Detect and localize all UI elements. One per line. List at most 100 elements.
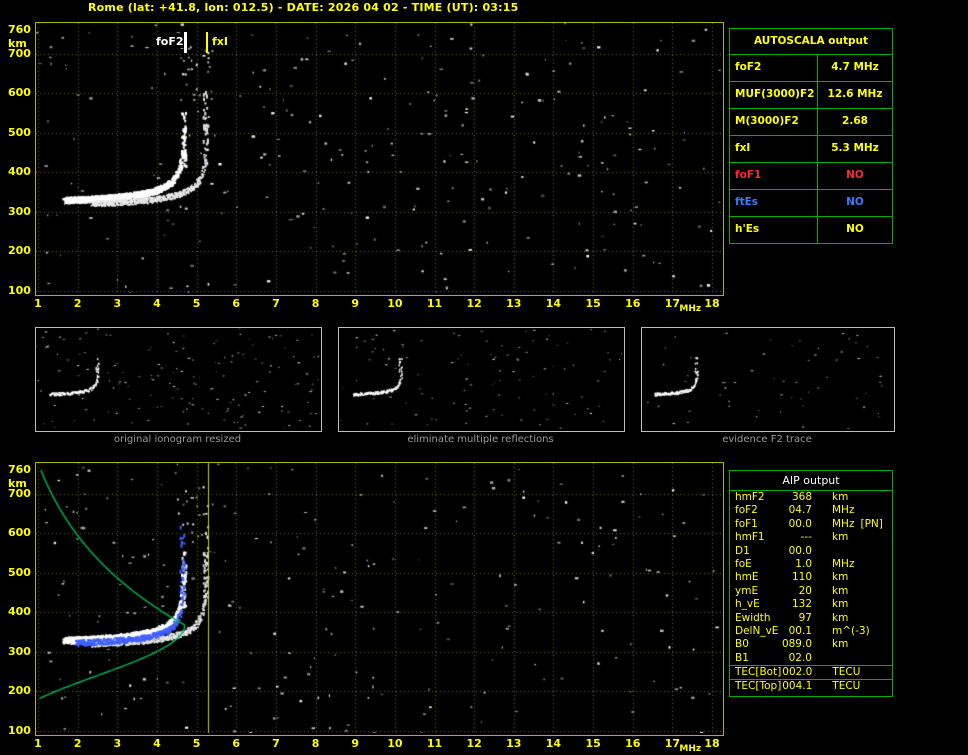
ionogram-plot-bottom bbox=[35, 462, 724, 736]
autoscala-param-value: 2.68 bbox=[817, 109, 892, 135]
autoscala-param-label: h'Es bbox=[735, 223, 760, 235]
x-tick-label: 4 bbox=[153, 297, 161, 310]
y-tick-label: 200 bbox=[8, 684, 31, 698]
x-tick-label: 13 bbox=[506, 297, 522, 310]
aip-param-unit: MHz bbox=[832, 557, 855, 570]
ionogram-plot-top bbox=[35, 22, 724, 296]
page-title: Rome (lat: +41.8, lon: 012.5) - DATE: 20… bbox=[88, 1, 519, 14]
aip-param-note bbox=[848, 531, 854, 544]
aip-param-value: 00.0 bbox=[788, 544, 812, 557]
fxI-marker-label: fxI bbox=[211, 35, 229, 48]
y-axis-unit: km bbox=[8, 37, 27, 50]
autoscala-row: ftEs NO bbox=[730, 189, 892, 216]
x-tick-label: 2 bbox=[73, 297, 82, 310]
aip-param-value: 110 bbox=[791, 571, 812, 584]
aip-param-unit: MHz bbox=[832, 504, 855, 517]
x-tick-label: 3 bbox=[113, 297, 122, 310]
x-tick-label: 6 bbox=[232, 297, 241, 310]
x-tick-label: 9 bbox=[351, 737, 360, 750]
aip-param-value: 97 bbox=[798, 611, 812, 624]
thumbnail-evidence-f2 bbox=[641, 327, 895, 432]
autoscala-table: AUTOSCALA output foF2 4.7 MHz MUF(3000)F2 1… bbox=[729, 28, 893, 244]
x-tick-label: 16 bbox=[625, 737, 641, 750]
x-tick-label: 3 bbox=[113, 737, 122, 750]
autoscala-row: foF2 4.7 MHz bbox=[730, 54, 892, 81]
x-tick-label: 7 bbox=[272, 297, 280, 310]
thumbnail-eliminate-reflections bbox=[338, 327, 625, 432]
aip-param-value: 368 bbox=[791, 491, 812, 503]
aip-param-value: 20 bbox=[798, 584, 812, 597]
aip-param-label: hmF1 bbox=[735, 531, 765, 544]
aip-tec-row: TEC[Bot] 002.0 TECU bbox=[730, 665, 892, 679]
y-tick-label: 400 bbox=[8, 605, 31, 619]
aip-row: B1 02.0 bbox=[730, 652, 892, 665]
x-tick-label: 11 bbox=[426, 737, 443, 750]
aip-param-value: 004.1 bbox=[782, 680, 813, 693]
aip-param-label: D1 bbox=[735, 544, 750, 557]
autoscala-table-rows: foF2 4.7 MHz MUF(3000)F2 12.6 MHz M(3000)F2 2… bbox=[730, 54, 892, 243]
ionogram-canvas-top bbox=[36, 23, 721, 293]
x-tick-label: 18 bbox=[704, 737, 720, 750]
aip-param-value: 00.1 bbox=[788, 624, 812, 637]
aip-param-unit: km bbox=[832, 571, 849, 584]
aip-row: hmE 110 km bbox=[730, 571, 892, 584]
aip-table-title: AIP output bbox=[730, 471, 892, 491]
aip-param-value: 002.0 bbox=[782, 666, 813, 679]
aip-param-label: TEC[Top] bbox=[735, 680, 782, 693]
x-tick-label: 12 bbox=[466, 297, 482, 310]
x-tick-label: 14 bbox=[545, 297, 562, 310]
aip-param-unit: m^(-3) bbox=[832, 624, 870, 637]
fxI-marker-line bbox=[206, 32, 208, 53]
aip-param-label: foF1 bbox=[735, 517, 758, 530]
y-axis-unit: km bbox=[8, 477, 27, 490]
y-tick-label: 500 bbox=[8, 125, 31, 139]
aip-param-unit: km bbox=[832, 638, 849, 651]
x-tick-label: 16 bbox=[625, 297, 641, 310]
aip-param-label: B1 bbox=[735, 651, 749, 664]
aip-param-note bbox=[848, 638, 854, 651]
autoscala-param-value: NO bbox=[817, 190, 892, 216]
aip-param-note bbox=[848, 598, 854, 611]
autoscala-param-value: 12.6 MHz bbox=[817, 82, 892, 108]
x-tick-label: 15 bbox=[585, 297, 601, 310]
autoscala-param-label: foF1 bbox=[735, 169, 762, 181]
aip-param-unit: km bbox=[832, 598, 849, 611]
aip-param-note bbox=[854, 558, 860, 571]
y-tick-label: 400 bbox=[8, 165, 31, 179]
aip-param-label: Ewidth bbox=[735, 611, 771, 624]
aip-param-unit: TECU bbox=[832, 666, 861, 679]
aip-param-value: 04.7 bbox=[788, 504, 812, 517]
autoscala-param-label: MUF(3000)F2 bbox=[735, 88, 815, 100]
x-tick-label: 14 bbox=[545, 737, 562, 750]
aip-param-note bbox=[848, 491, 854, 504]
aip-row: foF2 04.7 MHz bbox=[730, 504, 892, 517]
aip-row: Ewidth 97 km bbox=[730, 612, 892, 625]
y-tick-label: 500 bbox=[8, 565, 31, 579]
aip-tec-row: TEC[Top] 004.1 TECU bbox=[730, 679, 892, 693]
x-axis-unit: MHz bbox=[679, 744, 702, 754]
autoscala-row: foF1 NO bbox=[730, 162, 892, 189]
x-tick-label: 8 bbox=[311, 297, 320, 310]
aip-param-value: 089.0 bbox=[781, 638, 812, 651]
y-tick-label: 100 bbox=[8, 284, 31, 298]
aip-row: D1 00.0 bbox=[730, 545, 892, 558]
aip-param-unit bbox=[812, 652, 832, 665]
aip-param-label: TEC[Bot] bbox=[735, 666, 782, 679]
aip-param-unit: TECU bbox=[832, 680, 861, 693]
foF2-marker-label: foF2 bbox=[155, 35, 185, 48]
aip-row: B0 089.0 km bbox=[730, 638, 892, 651]
autoscala-row: MUF(3000)F2 12.6 MHz bbox=[730, 81, 892, 108]
aip-param-note bbox=[854, 504, 860, 517]
aip-param-note bbox=[848, 585, 854, 598]
thumbnail-canvas-evidence bbox=[642, 328, 892, 429]
x-tick-label: 5 bbox=[192, 297, 201, 310]
y-tick-label: 760 bbox=[8, 463, 31, 476]
x-tick-label: 6 bbox=[232, 737, 241, 750]
thumbnail-original-ionogram bbox=[35, 327, 322, 432]
x-tick-label: 18 bbox=[704, 297, 720, 310]
aip-row: ymE 20 km bbox=[730, 585, 892, 598]
x-tick-label: 17 bbox=[664, 297, 681, 310]
x-tick-label: 8 bbox=[311, 737, 320, 750]
aip-param-label: foF2 bbox=[735, 504, 758, 517]
aip-table-rows: hmF2 368 km foF2 04.7 MHz foF1 00.0 MHz [PN] hmF1 -… bbox=[730, 491, 892, 694]
